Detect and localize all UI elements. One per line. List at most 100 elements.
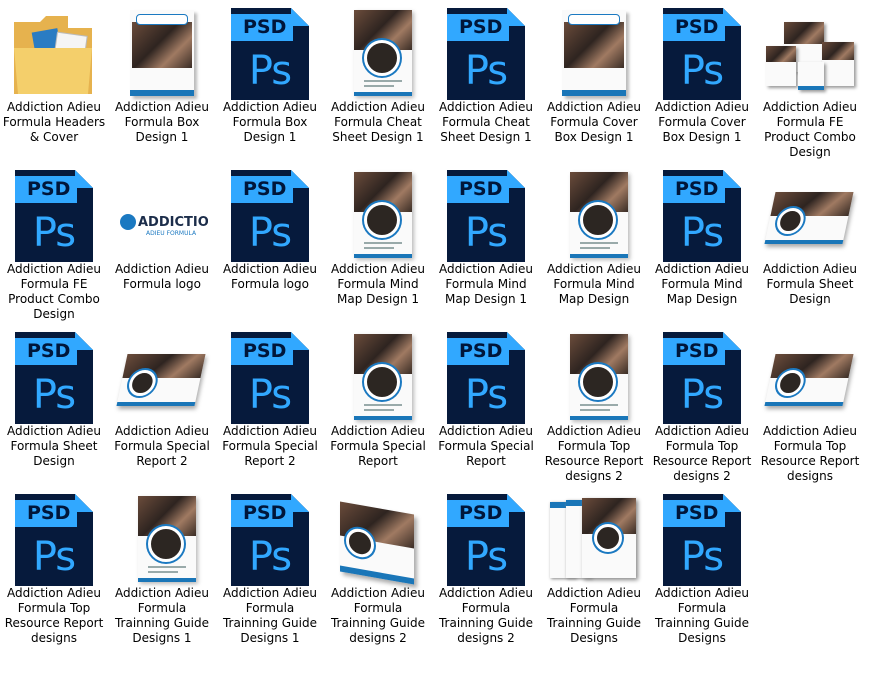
file-item[interactable]: Addiction Adieu Formula Special Report 2 [108,328,216,488]
psd-file-icon: PSD Ps [224,494,316,586]
file-item[interactable]: PSD Ps Addiction Adieu Formula Cheat She… [432,4,540,164]
file-name-label: Addiction Adieu Formula Trainning Guide … [546,586,641,645]
file-grid: Addiction Adieu Formula Headers & Cover A… [0,0,873,674]
ps-logo: Ps [680,210,724,256]
psd-tag: PSD [231,338,293,365]
file-item[interactable]: PSD Ps Addiction Adieu Formula Trainning… [648,490,756,650]
file-name-label: Addiction Adieu Formula Mind Map Design … [331,262,425,306]
ps-logo: Ps [680,48,724,94]
file-item[interactable]: PSD Ps Addiction Adieu Formula Mind Map … [648,166,756,326]
psd-file-icon: PSD Ps [231,170,309,262]
file-item[interactable]: Addiction Adieu Formula Trainning Guide … [108,490,216,650]
psd-file-icon: PSD Ps [663,8,741,100]
ps-logo: Ps [464,534,508,580]
file-item[interactable]: PSD Ps Addiction Adieu Formula Trainning… [432,490,540,650]
file-item[interactable]: PSD Ps Addiction Adieu Formula Top Resou… [648,328,756,488]
file-item[interactable]: PSD Ps Addiction Adieu Formula Cover Box… [648,4,756,164]
resource-report-thumbnail [764,332,856,424]
ps-logo: Ps [32,534,76,580]
file-name-label: Addiction Adieu Formula Headers & Cover [2,100,106,144]
psd-tag: PSD [663,500,725,527]
file-item[interactable]: PSD Ps Addiction Adieu Formula FE Produc… [0,166,108,326]
file-item[interactable]: Addiction Adieu Formula Top Resource Rep… [540,328,648,488]
file-name-label: Addiction Adieu Formula Mind Map Design [547,262,641,306]
file-name-label: Addiction Adieu Formula Cheat Sheet Desi… [331,100,425,144]
psd-tag: PSD [663,338,725,365]
file-item[interactable]: Addiction Adieu Formula Top Resource Rep… [756,328,864,488]
file-item[interactable]: PSD Ps Addiction Adieu Formula Special R… [216,328,324,488]
ps-logo: Ps [464,210,508,256]
file-item[interactable]: Addiction Adieu Formula Cover Box Design… [540,4,648,164]
file-name-label: Addiction Adieu Formula Trainning Guide … [330,586,425,645]
psd-file-icon: PSD Ps [656,332,748,424]
ps-logo: Ps [248,210,292,256]
cover-box-thumbnail [548,8,640,100]
psd-file-icon: PSD Ps [663,494,741,586]
ps-logo: Ps [680,372,724,418]
file-item[interactable]: Addiction Adieu Formula Sheet Design [756,166,864,326]
file-name-label: Addiction Adieu Formula Sheet Design [763,262,857,306]
file-item[interactable]: PSD Ps Addiction Adieu Formula Sheet Des… [0,328,108,488]
file-name-label: Addiction Adieu Formula Special Report [330,424,426,468]
file-item[interactable]: Addiction Adieu Formula Mind Map Design [540,166,648,326]
sheet-design-thumbnail [764,170,856,262]
special-report-thumbnail [332,332,424,424]
psd-file-icon: PSD Ps [231,494,309,586]
ps-logo: Ps [464,48,508,94]
file-item[interactable]: PSD Ps Addiction Adieu Formula Trainning… [216,490,324,650]
file-item[interactable]: Addiction Adieu Formula Cheat Sheet Desi… [324,4,432,164]
psd-file-icon: PSD Ps [440,170,532,262]
file-name-label: Addiction Adieu Formula Trainning Guide … [654,586,749,645]
file-name-label: Addiction Adieu Formula Box Design 1 [223,100,317,144]
ps-logo: Ps [680,534,724,580]
file-item[interactable]: Addiction Adieu Formula Box Design 1 [108,4,216,164]
logo-wordmark: ADDICTION [138,215,208,230]
resource-report-thumbnail [548,332,640,424]
psd-file-icon: PSD Ps [224,170,316,262]
logo-art: ADDICTIONADIEU FORMULA [120,214,220,237]
document-cover [764,192,854,244]
psd-tag: PSD [663,14,725,41]
file-item[interactable]: PSD Ps Addiction Adieu Formula Special R… [432,328,540,488]
logo-subtitle: ADIEU FORMULA [146,230,197,237]
file-item[interactable]: PSD Ps Addiction Adieu Formula Mind Map … [432,166,540,326]
mind-map-thumbnail [548,170,640,262]
file-item[interactable]: Addiction Adieu Formula Special Report [324,328,432,488]
file-name-label: Addiction Adieu Formula logo [115,262,209,291]
psd-tag: PSD [15,338,77,365]
psd-file-icon: PSD Ps [447,8,525,100]
file-name-label: Addiction Adieu Formula Top Resource Rep… [760,424,860,483]
psd-tag: PSD [447,500,509,527]
psd-file-icon: PSD Ps [447,332,525,424]
psd-file-icon: PSD Ps [8,332,100,424]
psd-file-icon: PSD Ps [231,332,309,424]
file-item[interactable]: Addiction Adieu Formula Trainning Guide … [324,490,432,650]
file-name-label: Addiction Adieu Formula Trainning Guide … [438,586,533,645]
file-item[interactable]: PSD Ps Addiction Adieu Formula Top Resou… [0,490,108,650]
ps-logo: Ps [464,372,508,418]
file-item[interactable]: Addiction Adieu Formula FE Product Combo… [756,4,864,164]
file-name-label: Addiction Adieu Formula Special Report 2 [114,424,210,468]
file-name-label: Addiction Adieu Formula Top Resource Rep… [4,586,104,645]
file-name-label: Addiction Adieu Formula Box Design 1 [115,100,209,144]
psd-file-icon: PSD Ps [440,332,532,424]
psd-file-icon: PSD Ps [447,494,525,586]
file-name-label: Addiction Adieu Formula Mind Map Design … [439,262,533,306]
file-item[interactable]: PSD Ps Addiction Adieu Formula logo [216,166,324,326]
psd-tag: PSD [231,176,293,203]
document-cover [116,354,206,406]
special-report-thumbnail [116,332,208,424]
psd-tag: PSD [447,338,509,365]
file-name-label: Addiction Adieu Formula Sheet Design [7,424,101,468]
psd-file-icon: PSD Ps [440,8,532,100]
file-item[interactable]: Addiction Adieu Formula Trainning Guide … [540,490,648,650]
training-guide-thumbnail [116,494,208,586]
file-item[interactable]: PSD Ps Addiction Adieu Formula Box Desig… [216,4,324,164]
psd-file-icon: PSD Ps [8,494,100,586]
psd-file-icon: PSD Ps [656,8,748,100]
file-name-label: Addiction Adieu Formula Cheat Sheet Desi… [439,100,533,144]
file-name-label: Addiction Adieu Formula Special Report 2 [222,424,318,468]
file-item[interactable]: Addiction Adieu Formula Mind Map Design … [324,166,432,326]
file-item[interactable]: Addiction Adieu Formula Headers & Cover [0,4,108,164]
file-item[interactable]: ADDICTIONADIEU FORMULA Addiction Adieu Fo… [108,166,220,326]
